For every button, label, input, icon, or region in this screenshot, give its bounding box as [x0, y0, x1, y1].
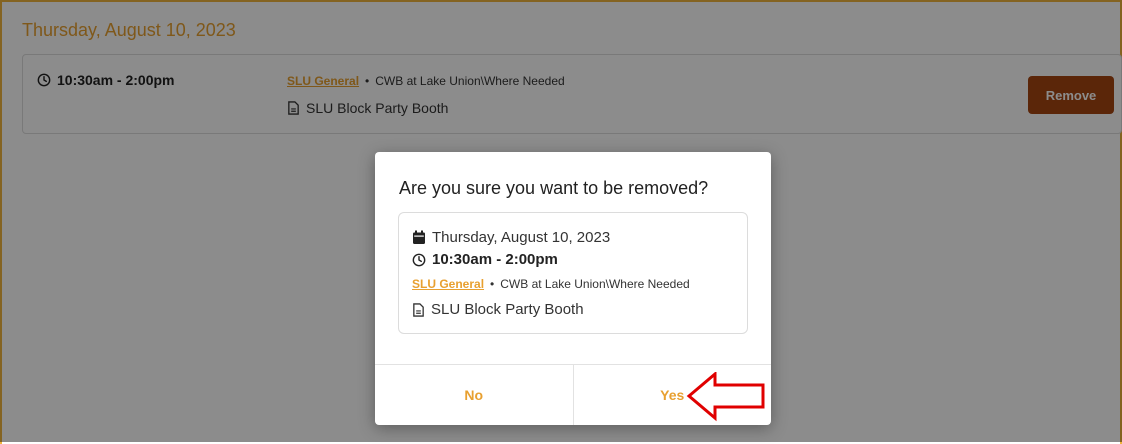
dialog-title: Are you sure you want to be removed?	[399, 178, 709, 198]
shift-summary: Thursday, August 10, 2023 10:30am - 2:00…	[398, 212, 748, 334]
summary-activity: SLU Block Party Booth	[412, 301, 584, 318]
organization-link[interactable]: SLU General	[412, 277, 484, 291]
summary-activity-text: SLU Block Party Booth	[431, 301, 584, 318]
summary-time: 10:30am - 2:00pm	[412, 251, 558, 268]
location-text: CWB at Lake Union\Where Needed	[500, 277, 690, 291]
summary-org-line: SLU General • CWB at Lake Union\Where Ne…	[412, 277, 690, 291]
document-icon	[412, 302, 425, 317]
red-arrow-icon	[685, 370, 767, 429]
summary-date-text: Thursday, August 10, 2023	[432, 229, 611, 246]
summary-date: Thursday, August 10, 2023	[412, 229, 610, 246]
calendar-icon	[412, 230, 426, 245]
no-button[interactable]: No	[375, 365, 574, 425]
separator-dot: •	[490, 277, 495, 291]
summary-time-text: 10:30am - 2:00pm	[432, 251, 558, 268]
clock-icon	[412, 253, 426, 267]
